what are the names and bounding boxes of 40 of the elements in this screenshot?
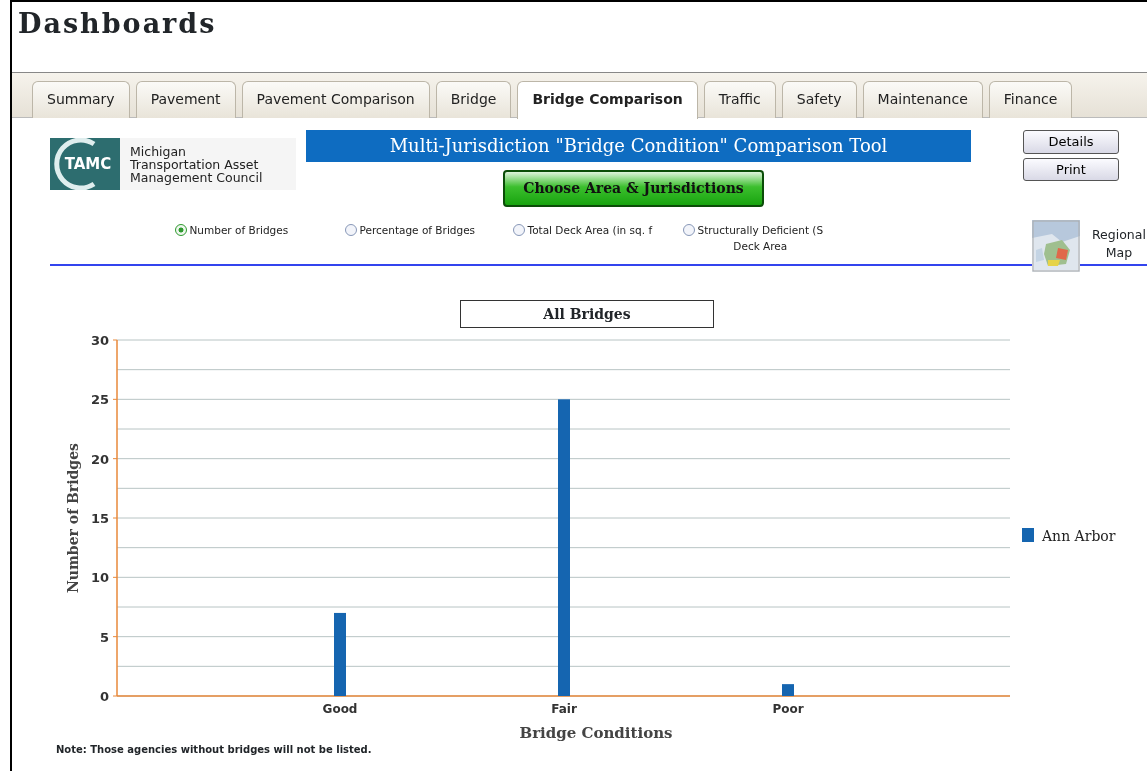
logo-text: Michigan Transportation Asset Management Council <box>130 144 263 184</box>
radio-button[interactable] <box>344 224 357 236</box>
choose-area-button[interactable]: Choose Area & Jurisdictions <box>503 170 764 207</box>
tab[interactable]: Pavement <box>135 81 236 118</box>
y-tick-label: 30 <box>90 333 109 348</box>
tab[interactable]: Pavement Comparison <box>241 81 430 118</box>
tab[interactable]: Summary <box>32 81 130 118</box>
tab[interactable]: Safety <box>781 81 857 118</box>
tab[interactable]: Finance <box>988 81 1073 118</box>
tab[interactable]: Traffic <box>703 81 776 118</box>
radio-button[interactable] <box>174 224 187 236</box>
logo-mark: TAMC <box>64 155 112 173</box>
y-tick-label: 15 <box>90 511 109 526</box>
y-tick-label: 5 <box>99 629 109 645</box>
note-text: Note: Those agencies without bridges will not be listed. <box>56 743 373 757</box>
radio-label: Number of Bridges <box>189 223 289 238</box>
y-axis-title: Number of Bridges <box>65 443 81 593</box>
radio-button[interactable] <box>512 224 525 236</box>
radio-label: Percentage of Bridges <box>359 223 476 238</box>
y-tick-label: 10 <box>90 570 109 586</box>
regional-map-link[interactable]: Regional Map <box>1092 226 1146 262</box>
page-title: Dashboards <box>17 7 218 41</box>
details-button[interactable]: Details <box>1023 130 1119 154</box>
x-tick-label: Poor <box>772 702 804 716</box>
print-button[interactable]: Print <box>1023 157 1119 181</box>
tab[interactable]: Bridge Comparison <box>517 81 698 119</box>
radio-label: Total Deck Area (in sq. f <box>527 223 653 238</box>
x-tick-label: Good <box>322 702 358 716</box>
legend-label: Ann Arbor <box>1042 528 1116 544</box>
x-axis-title: Bridge Conditions <box>519 724 673 742</box>
radio-button[interactable] <box>682 224 695 236</box>
y-tick-label: 25 <box>90 392 109 408</box>
y-tick-label: 0 <box>99 689 109 704</box>
tab[interactable]: Maintenance <box>862 81 983 118</box>
radio-label: Structurally Deficient (S Deck Area <box>697 223 824 254</box>
x-tick-label: Fair <box>551 702 577 716</box>
chart-title: All Bridges <box>460 300 714 328</box>
y-tick-label: 20 <box>90 451 109 467</box>
tab[interactable]: Bridge <box>435 81 512 118</box>
tool-title: Multi-Jurisdiction "Bridge Condition" Comparison Tool <box>306 130 971 162</box>
